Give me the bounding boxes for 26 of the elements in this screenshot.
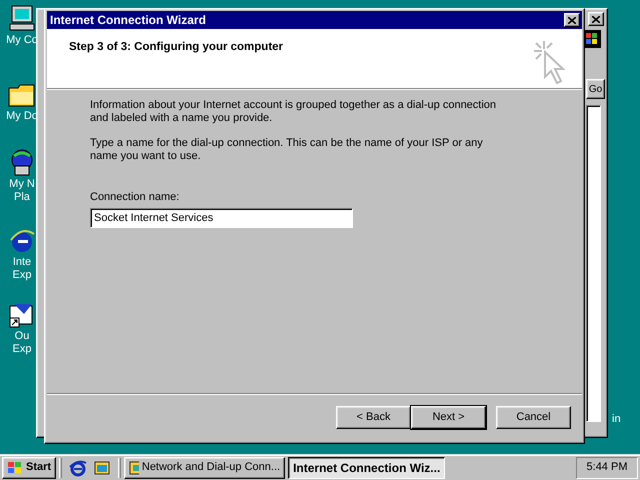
instruction-text: Type a name for the dial-up connection. This can be the name of your ISP or any name you want to use. <box>90 137 484 163</box>
close-icon <box>568 16 576 24</box>
taskbar-button[interactable]: Network and Dial-up Conn... <box>124 456 286 478</box>
info-text: Information about your Internet account is grouped together as a dial-up connection and labeled with a name you provide. <box>90 99 498 125</box>
windows-logo-icon <box>7 460 23 474</box>
connection-name-field[interactable]: Socket Internet Services <box>90 208 353 228</box>
icon-label: My N Pla <box>9 178 35 204</box>
close-icon <box>592 16 600 22</box>
network-icon <box>129 460 139 474</box>
icon-label: in <box>612 413 621 426</box>
field-label: Connection name: <box>90 190 180 205</box>
desktop-icon[interactable] <box>93 458 112 476</box>
next-button[interactable]: Next > <box>411 406 486 429</box>
browser-icon[interactable] <box>69 458 88 476</box>
close-button[interactable] <box>588 12 604 26</box>
window-title: Internet Connection Wizard <box>50 12 206 29</box>
close-button[interactable] <box>564 13 580 27</box>
go-button[interactable]: Go <box>586 79 605 99</box>
clock: 5:44 PM <box>576 456 638 478</box>
back-button[interactable]: < Back <box>336 406 411 429</box>
icon-label: Inte Exp <box>12 256 32 282</box>
start-button[interactable]: Start <box>2 456 56 478</box>
taskbar-button[interactable]: Internet Connection Wiz... <box>288 456 446 478</box>
icon-label: Ou Exp <box>12 330 32 356</box>
step-heading: Step 3 of 3: Configuring your computer <box>69 40 284 55</box>
cancel-button[interactable]: Cancel <box>496 406 571 429</box>
